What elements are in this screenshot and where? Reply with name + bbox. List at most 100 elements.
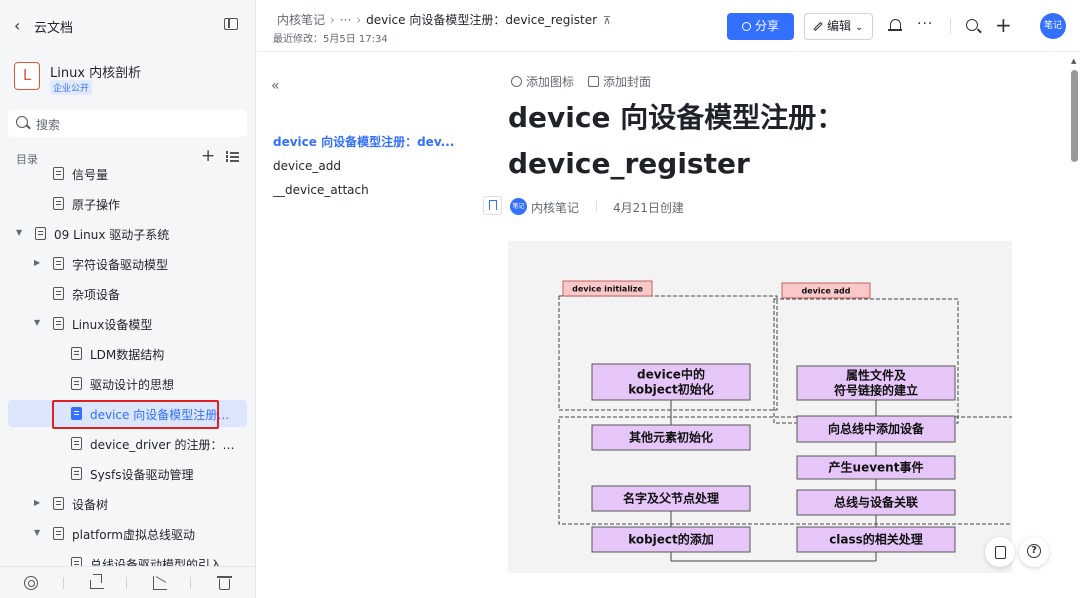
- breadcrumb-current: device 向设备模型注册：device_register: [366, 13, 598, 27]
- caret-right-icon[interactable]: ▶: [34, 258, 40, 267]
- tree-item-label: Sysfs设备驱动管理: [90, 468, 194, 482]
- user-avatar[interactable]: 笔记: [1040, 13, 1066, 39]
- collapse-outline-icon[interactable]: «: [271, 78, 280, 94]
- created-date: 4月21日创建: [613, 201, 684, 215]
- flow-box-label: kobject初始化: [628, 382, 714, 397]
- settings-icon[interactable]: [24, 576, 38, 590]
- add-icon-label: 添加图标: [526, 75, 575, 89]
- edit-button[interactable]: 编辑 ⌄: [804, 13, 873, 40]
- top-bar: 内核笔记 › ··· › device 向设备模型注册：device_register ⊼…: [257, 0, 1080, 52]
- panel-toggle-icon[interactable]: [224, 18, 238, 30]
- add-icon-button[interactable]: 添加图标: [511, 75, 574, 89]
- tree-item[interactable]: LDM数据结构: [8, 340, 247, 367]
- document-icon: [53, 527, 64, 540]
- tree-item[interactable]: ▼ platform虚拟总线驱动: [8, 520, 247, 547]
- flow-box-label: 属性文件及: [846, 368, 907, 383]
- highlight-annotation: [52, 400, 219, 429]
- flow-box-label: device中的: [637, 367, 705, 382]
- diagram-image[interactable]: device initialize device add device中的 kobje…: [508, 241, 1012, 573]
- user-icon: [741, 22, 751, 31]
- document-icon: [53, 257, 64, 270]
- device-register-flow-diagram: device initialize device adddevice中的kobje…: [558, 280, 1012, 562]
- bell-icon[interactable]: [888, 19, 902, 31]
- tree-item-label: LDM数据结构: [90, 348, 165, 362]
- tree-item[interactable]: ▼ Linux设备模型: [8, 310, 247, 337]
- tree-item[interactable]: device_driver 的注册：driver_register: [8, 430, 247, 457]
- author-name[interactable]: 内核笔记: [531, 199, 579, 216]
- scrollbar-thumb[interactable]: [1071, 70, 1078, 162]
- scroll-up-icon[interactable]: ▲: [1071, 57, 1076, 65]
- scrollbar[interactable]: ▲: [1069, 53, 1080, 598]
- tree-item[interactable]: 原子操作: [8, 190, 247, 217]
- pin-icon[interactable]: ⊼: [603, 14, 611, 27]
- image-icon: [588, 76, 600, 87]
- flow-box-label: 产生uevent事件: [829, 460, 924, 475]
- tree-item[interactable]: Sysfs设备驱动管理: [8, 460, 247, 487]
- caret-down-icon[interactable]: ▼: [34, 528, 40, 537]
- copy-page-button[interactable]: [985, 537, 1015, 567]
- divider: [596, 201, 597, 212]
- document-icon: [53, 287, 64, 300]
- add-cover-label: 添加封面: [603, 75, 652, 89]
- outline-item[interactable]: device_add: [273, 159, 341, 173]
- smile-icon: [511, 76, 522, 87]
- tree-item[interactable]: 信号量: [8, 162, 247, 187]
- main-content: « device 向设备模型注册：dev... device_add __devic…: [257, 53, 1080, 598]
- document-icon: [53, 497, 64, 510]
- back-chevron-icon[interactable]: ‹: [14, 16, 20, 35]
- back-label[interactable]: 云文档: [34, 17, 73, 36]
- outline-item[interactable]: device 向设备模型注册：dev...: [273, 133, 454, 150]
- document-icon: [71, 467, 82, 480]
- flow-box-label: 名字及父节点处理: [623, 491, 719, 506]
- flow-box-label: 总线与设备关联: [834, 495, 918, 510]
- doc-tree: 信号量原子操作 ▼ 09 Linux 驱动子系统 ▶ 字符设备驱动模型杂项设备 ▼ Linu…: [0, 162, 256, 566]
- sidebar-footer: [0, 566, 256, 598]
- flow-box-label: 向总线中添加设备: [828, 421, 925, 436]
- document-icon: [71, 437, 82, 450]
- flow-box-label: kobject的添加: [628, 532, 714, 547]
- chevron-down-icon: ⌄: [855, 22, 864, 33]
- share-button[interactable]: 分享: [727, 13, 794, 40]
- bookmark-icon[interactable]: [483, 196, 502, 215]
- app-window: ‹ 云文档 L Linux 内核剖析 企业公开 搜索 目录 + 信号量 原子操作 ▼…: [0, 0, 1080, 598]
- caret-right-icon[interactable]: ▶: [34, 498, 40, 507]
- tree-item[interactable]: ▼ 09 Linux 驱动子系统: [8, 220, 247, 247]
- tree-item[interactable]: 驱动设计的思想: [8, 370, 247, 397]
- tree-item[interactable]: 总线设备驱动模型的引入: [8, 550, 247, 566]
- tree-item-label: 杂项设备: [72, 288, 121, 302]
- export-icon[interactable]: [90, 574, 104, 589]
- plus-icon[interactable]: +: [995, 13, 1012, 37]
- add-cover-button[interactable]: 添加封面: [588, 75, 651, 89]
- tree-item-label: Linux设备模型: [72, 318, 153, 332]
- search-icon[interactable]: [966, 19, 978, 31]
- tree-item-label: 驱动设计的思想: [90, 378, 175, 392]
- add-group-outline: [773, 298, 959, 424]
- tree-item-label: 09 Linux 驱动子系统: [54, 228, 170, 242]
- share-label: 分享: [754, 19, 779, 33]
- breadcrumb-ellipsis[interactable]: ···: [340, 13, 351, 27]
- breadcrumb-root[interactable]: 内核笔记: [277, 13, 325, 27]
- space-name: Linux 内核剖析: [50, 66, 142, 81]
- space-info[interactable]: L Linux 内核剖析 企业公开: [14, 62, 244, 96]
- caret-down-icon[interactable]: ▼: [34, 318, 40, 327]
- doc-actions: 添加图标 添加封面: [511, 73, 651, 90]
- divider: [63, 577, 64, 589]
- flow-box-label: class的相关处理: [829, 532, 923, 547]
- sidebar-search[interactable]: 搜索: [8, 110, 247, 137]
- space-avatar: L: [14, 62, 40, 90]
- caret-down-icon[interactable]: ▼: [16, 228, 22, 237]
- tree-options-icon[interactable]: [226, 151, 239, 162]
- tree-item[interactable]: 杂项设备: [8, 280, 247, 307]
- divider: [126, 577, 127, 589]
- document-icon: [71, 347, 82, 360]
- help-button[interactable]: ?: [1019, 537, 1049, 567]
- outline-item[interactable]: __device_attach: [273, 183, 369, 197]
- document-icon: [35, 227, 46, 240]
- more-icon[interactable]: ···: [917, 16, 933, 32]
- doc-title[interactable]: device 向设备模型注册：device_register: [508, 95, 1028, 187]
- trash-icon[interactable]: [217, 576, 232, 590]
- tree-item[interactable]: ▶ 字符设备驱动模型: [8, 250, 247, 277]
- analytics-icon[interactable]: [153, 576, 167, 590]
- tree-item[interactable]: ▶ 设备树: [8, 490, 247, 517]
- document-icon: [53, 317, 64, 330]
